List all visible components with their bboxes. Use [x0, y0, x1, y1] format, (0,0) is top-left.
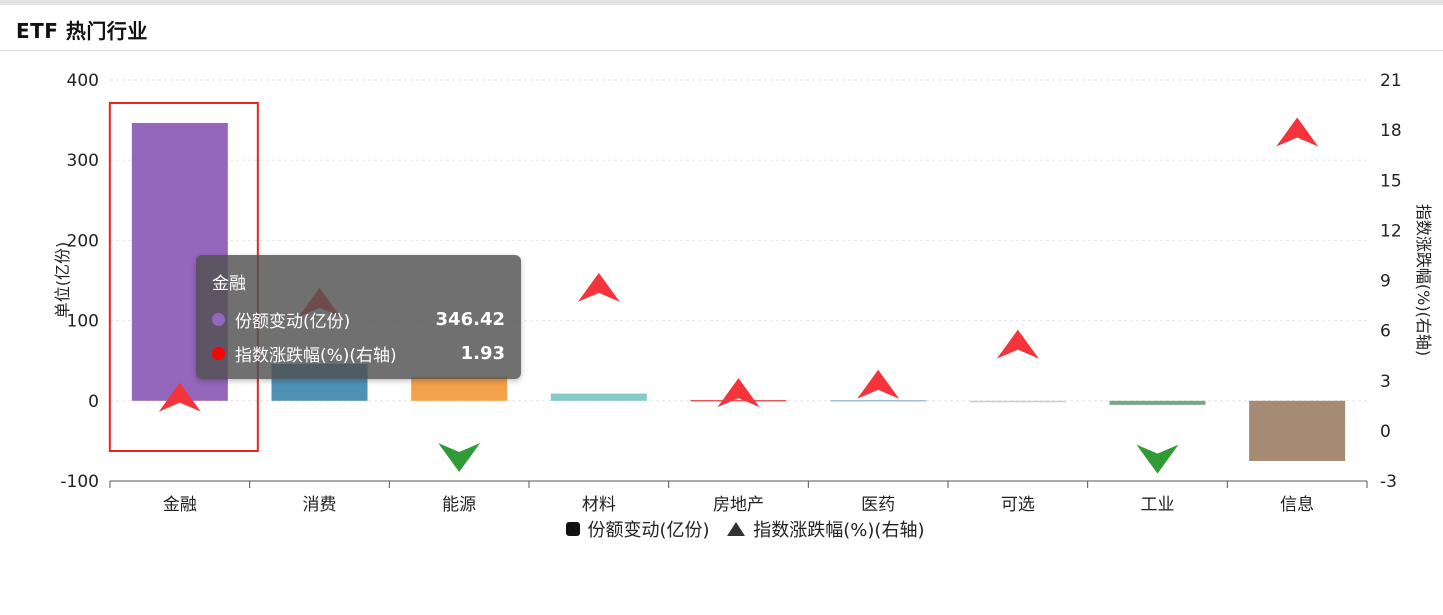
- bar: [550, 393, 647, 401]
- y-right-tick-label: 18: [1380, 121, 1402, 141]
- y-right-tick-label: 12: [1380, 221, 1402, 241]
- y-right-tick-label: 3: [1380, 372, 1391, 392]
- y-tick-label: -100: [60, 472, 99, 492]
- x-tick-label: 房地产: [713, 495, 764, 515]
- y-right-tick-label: 15: [1380, 171, 1402, 191]
- bar: [969, 400, 1066, 403]
- bar: [1249, 400, 1346, 461]
- y-right-tick-label: -3: [1380, 472, 1397, 492]
- y-right-tick-label: 0: [1380, 422, 1391, 442]
- x-tick-label: 材料: [582, 495, 616, 515]
- index-marker: [1276, 117, 1319, 147]
- x-tick-label: 能源: [442, 495, 476, 515]
- tooltip-title: 金融: [212, 274, 246, 294]
- index-marker: [438, 442, 481, 472]
- x-tick-label: 医药: [861, 495, 895, 515]
- legend-item-index[interactable]: 指数涨跌幅(%)(右轴): [727, 516, 924, 542]
- index-marker: [857, 369, 900, 399]
- bar: [830, 399, 927, 402]
- index-marker: [996, 329, 1039, 359]
- index-marker: [717, 378, 760, 408]
- x-tick-label: 消费: [303, 495, 337, 515]
- bar: [411, 376, 508, 401]
- triangle-icon: [727, 522, 746, 536]
- index-marker: [577, 272, 620, 302]
- x-tick-label: 工业: [1141, 495, 1175, 515]
- square-icon: [565, 522, 580, 536]
- chart-tooltip: 金融 份额变动(亿份) 346.42 指数涨跌幅(%)(右轴) 1.93: [196, 255, 521, 379]
- tooltip-row-index: 指数涨跌幅(%)(右轴) 1.93: [212, 336, 505, 370]
- y-tick-label: 0: [88, 392, 99, 412]
- tooltip-row-share: 份额变动(亿份) 346.42: [212, 302, 505, 336]
- legend-label-share: 份额变动(亿份): [587, 520, 710, 541]
- bar: [690, 399, 787, 402]
- y-right-tick-label: 21: [1380, 71, 1402, 91]
- y-tick-label: 300: [67, 151, 99, 171]
- y-right-tick-label: 9: [1380, 272, 1391, 292]
- tooltip-dot-share: [212, 312, 225, 326]
- tooltip-label-share: 份额变动(亿份): [235, 311, 351, 332]
- tooltip-value-share: 346.42: [435, 308, 505, 330]
- x-tick-label: 金融: [163, 495, 197, 515]
- legend-label-index: 指数涨跌幅(%)(右轴): [753, 520, 925, 541]
- y-right-axis-title: 指数涨跌幅(%)(右轴): [1414, 204, 1433, 356]
- chart-legend: 份额变动(亿份) 指数涨跌幅(%)(右轴): [0, 516, 1443, 542]
- tooltip-label-index: 指数涨跌幅(%)(右轴): [235, 345, 397, 366]
- y-right-tick-label: 6: [1380, 322, 1391, 342]
- x-tick-label: 可选: [1001, 495, 1035, 515]
- tooltip-value-index: 1.93: [460, 342, 505, 364]
- y-axis-title: 单位(亿份): [53, 242, 72, 319]
- y-tick-label: 400: [67, 71, 99, 91]
- tooltip-dot-index: [212, 346, 225, 360]
- x-tick-label: 信息: [1280, 495, 1314, 515]
- legend-item-share[interactable]: 份额变动(亿份): [565, 516, 710, 542]
- bar: [1109, 400, 1206, 405]
- index-marker: [1136, 444, 1179, 474]
